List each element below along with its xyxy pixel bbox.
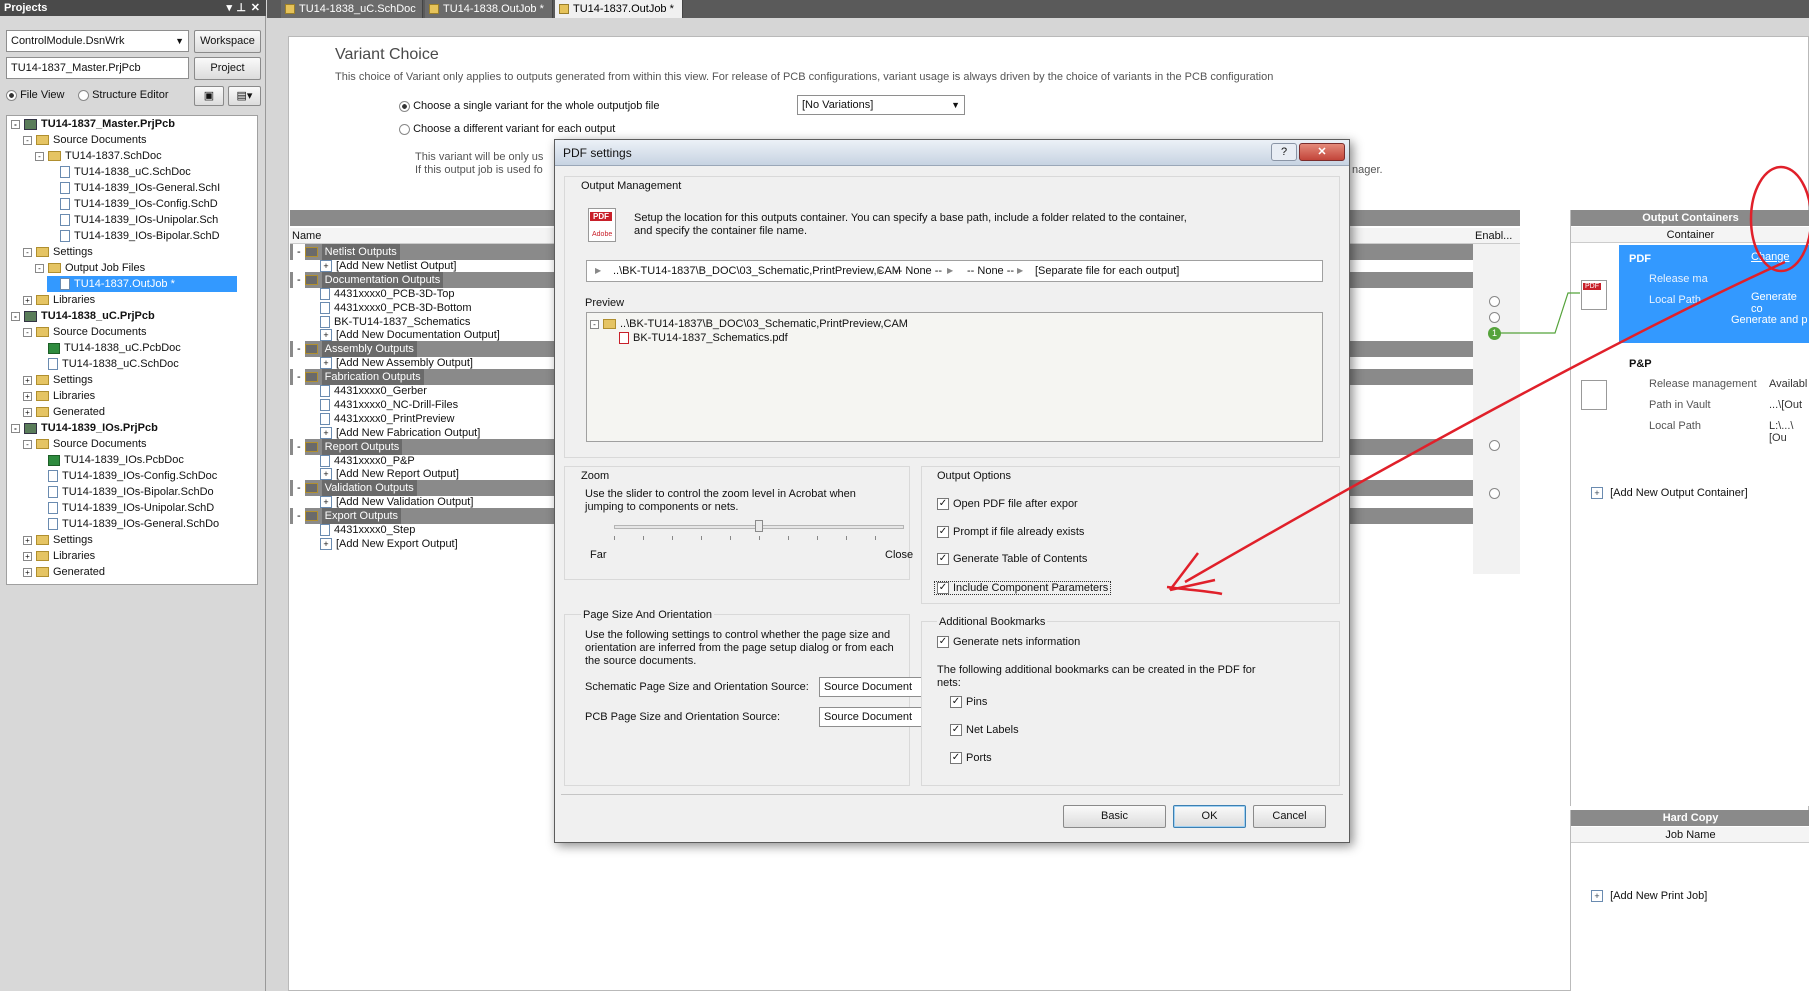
connector-line [1498,292,1580,334]
annotation-overlay [1166,165,1809,596]
annotation-circle [1749,165,1809,273]
annotation-arrow [1184,260,1786,584]
annotation-underline [1166,585,1223,596]
annotation-arrowhead [1169,552,1216,592]
